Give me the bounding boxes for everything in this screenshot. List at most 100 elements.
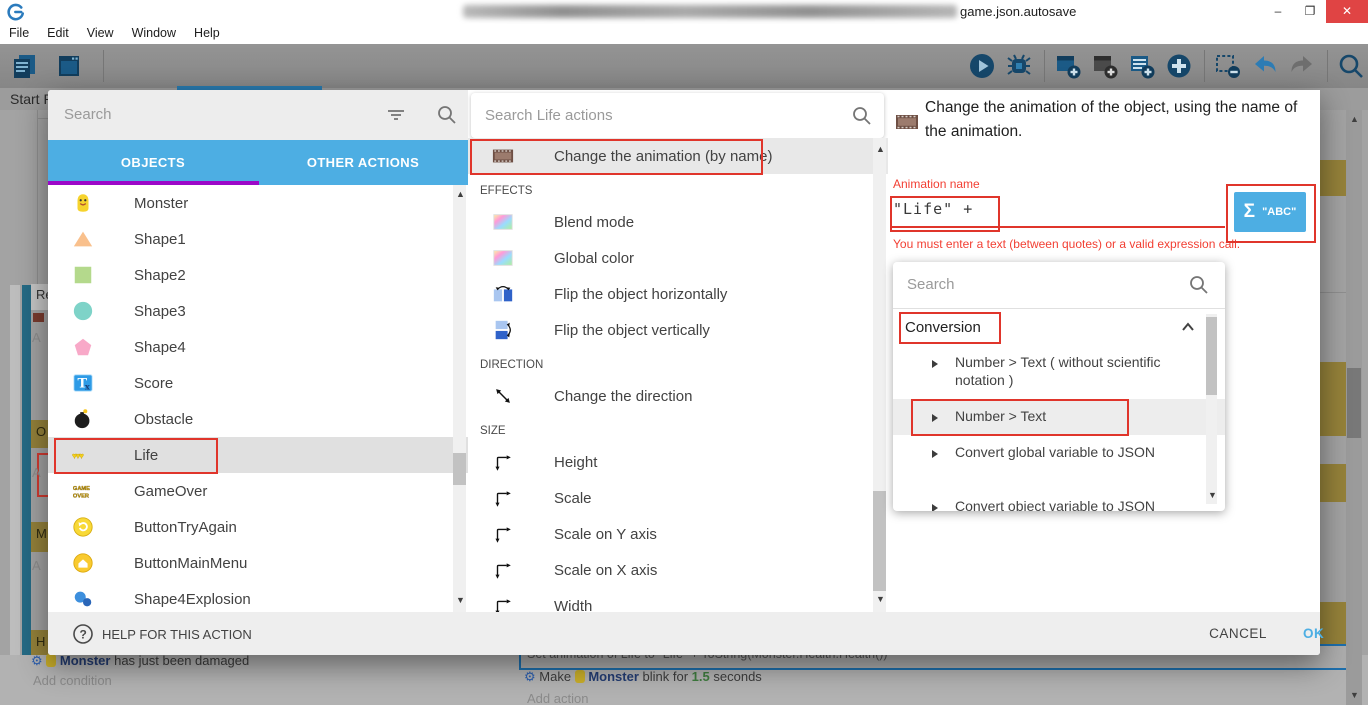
svg-text:GAME: GAME [73, 486, 90, 492]
scrollbar-thumb[interactable] [1347, 368, 1361, 438]
menu-file[interactable]: File [0, 24, 38, 40]
action-row[interactable]: Height [468, 444, 888, 480]
play-icon[interactable] [968, 52, 996, 80]
scrollbar-thumb[interactable] [453, 453, 466, 485]
toolbar-separator [1327, 50, 1328, 82]
expression-item[interactable]: Convert object variable to JSON [893, 489, 1225, 511]
help-link[interactable]: HELP FOR THIS ACTION [102, 627, 252, 642]
expression-item[interactable]: Number > Text ( without scientific notat… [893, 345, 1225, 399]
object-row-buttontryagain[interactable]: ButtonTryAgain [48, 509, 468, 545]
add-action-link[interactable]: Add action [527, 691, 588, 706]
maximize-button[interactable]: ❐ [1294, 0, 1326, 23]
redo-icon[interactable] [1288, 52, 1316, 80]
add-plus-icon[interactable] [1165, 52, 1193, 80]
action-row[interactable]: Scale on Y axis [468, 516, 888, 552]
action-row[interactable]: Global color [468, 240, 888, 276]
add-comment-icon[interactable] [1091, 52, 1119, 80]
triangle-right-icon [929, 356, 941, 368]
tab-other-actions[interactable]: OTHER ACTIONS [258, 140, 468, 185]
scrollbar-thumb[interactable] [1206, 317, 1217, 395]
objects-search-field[interactable]: Search [48, 90, 468, 140]
actions-scrollbar[interactable]: ▲ ▼ [873, 138, 886, 612]
scrollbar-thumb[interactable] [873, 491, 886, 591]
blend-icon [492, 247, 514, 269]
section-header-size: SIZE [468, 414, 888, 444]
expression-scrollbar[interactable]: ▼ [1206, 314, 1217, 504]
filter-icon[interactable] [385, 104, 407, 126]
objects-tabbar: OBJECTSOTHER ACTIONS [48, 140, 468, 185]
gear-icon: ⚙ [31, 653, 43, 668]
add-event-icon[interactable] [1054, 52, 1082, 80]
debug-icon[interactable] [1005, 52, 1033, 80]
object-row-life[interactable]: ♥♥♥Life [48, 437, 468, 473]
expression-builder-button[interactable]: Σ "ABC" [1234, 192, 1306, 232]
section-header-effects: EFFECTS [468, 174, 888, 204]
tab-start-page[interactable]: Start P [10, 91, 53, 107]
ok-button[interactable]: OK [1303, 626, 1324, 641]
expression-search-placeholder: Search [907, 276, 955, 293]
menu-edit[interactable]: Edit [38, 24, 78, 40]
action-row[interactable]: Flip the object horizontally [468, 276, 888, 312]
objects-scrollbar[interactable]: ▲ ▼ [453, 185, 466, 612]
scroll-up-icon[interactable]: ▲ [1350, 114, 1359, 124]
action-row[interactable]: Width [468, 588, 888, 612]
object-row-gameover[interactable]: GAMEOVERGameOver [48, 473, 468, 509]
scroll-down-icon[interactable]: ▼ [876, 594, 885, 604]
score-icon: Tx [72, 372, 94, 394]
scroll-down-icon[interactable]: ▼ [456, 595, 465, 605]
cancel-button[interactable]: CANCEL [1188, 626, 1288, 641]
animation-name-input[interactable]: "Life" + [893, 200, 973, 218]
size-corner-icon [492, 523, 514, 545]
minimize-button[interactable]: – [1262, 0, 1294, 23]
object-row-shape4explosion[interactable]: Shape4Explosion [48, 581, 468, 612]
action-row[interactable]: Scale on X axis [468, 552, 888, 588]
action-row[interactable]: Change the direction [468, 378, 888, 414]
menu-help[interactable]: Help [185, 24, 229, 40]
object-row-shape1[interactable]: Shape1 [48, 221, 468, 257]
actions-panel: Search Life actions Change the animation… [468, 90, 888, 612]
action-row[interactable]: Scale [468, 480, 888, 516]
undo-icon[interactable] [1251, 52, 1279, 80]
search-icon[interactable] [436, 104, 458, 126]
search-icon[interactable] [1188, 274, 1210, 296]
object-row-shape2[interactable]: Shape2 [48, 257, 468, 293]
search-icon[interactable] [851, 105, 873, 127]
expression-search-field[interactable]: Search [893, 262, 1225, 309]
scroll-up-icon[interactable]: ▲ [456, 189, 465, 199]
condition-row[interactable]: ⚙ Monster has just been damaged [31, 653, 249, 669]
tab-objects[interactable]: OBJECTS [48, 140, 258, 185]
object-row-obstacle[interactable]: Obstacle [48, 401, 468, 437]
action-row[interactable]: Blend mode [468, 204, 888, 240]
svg-text:x: x [85, 381, 90, 391]
triangle-right-icon [929, 500, 941, 511]
add-subevent-icon[interactable] [1128, 52, 1156, 80]
sigma-icon: Σ [1244, 201, 1255, 223]
expression-item[interactable]: Number > Text [893, 399, 1225, 435]
menu-view[interactable]: View [78, 24, 123, 40]
action-row[interactable]: Change the animation (by name) [468, 138, 888, 174]
add-condition-link[interactable]: Add condition [33, 673, 112, 688]
object-row-monster[interactable]: Monster [48, 185, 468, 221]
object-row-score[interactable]: TxScore [48, 365, 468, 401]
chevron-up-icon[interactable] [1179, 319, 1197, 337]
expression-item[interactable]: Convert global variable to JSON [893, 435, 1225, 489]
events-sheet-icon[interactable] [10, 52, 38, 80]
blink-action-row[interactable]: ⚙ Make Monster blink for 1.5 seconds [524, 669, 762, 685]
scroll-down-icon[interactable]: ▼ [1350, 690, 1359, 700]
scroll-up-icon[interactable]: ▲ [876, 144, 885, 154]
expression-group-conversion[interactable]: Conversion [893, 309, 1225, 345]
close-button[interactable]: ✕ [1326, 0, 1368, 23]
search-toolbar-icon[interactable] [1337, 52, 1365, 80]
object-row-shape3[interactable]: Shape3 [48, 293, 468, 329]
object-row-shape4[interactable]: Shape4 [48, 329, 468, 365]
action-row[interactable]: Flip the object vertically [468, 312, 888, 348]
scroll-down-icon[interactable]: ▼ [1208, 490, 1217, 500]
vertical-scrollbar[interactable]: ▲ ▼ [1346, 110, 1362, 705]
object-row-buttonmainmenu[interactable]: ButtonMainMenu [48, 545, 468, 581]
scene-editor-icon[interactable] [55, 52, 83, 80]
monster-icon [72, 192, 94, 214]
actions-search-field[interactable]: Search Life actions [471, 93, 884, 138]
size-corner-icon [492, 487, 514, 509]
remove-event-icon[interactable] [1214, 52, 1242, 80]
menu-window[interactable]: Window [123, 24, 185, 40]
